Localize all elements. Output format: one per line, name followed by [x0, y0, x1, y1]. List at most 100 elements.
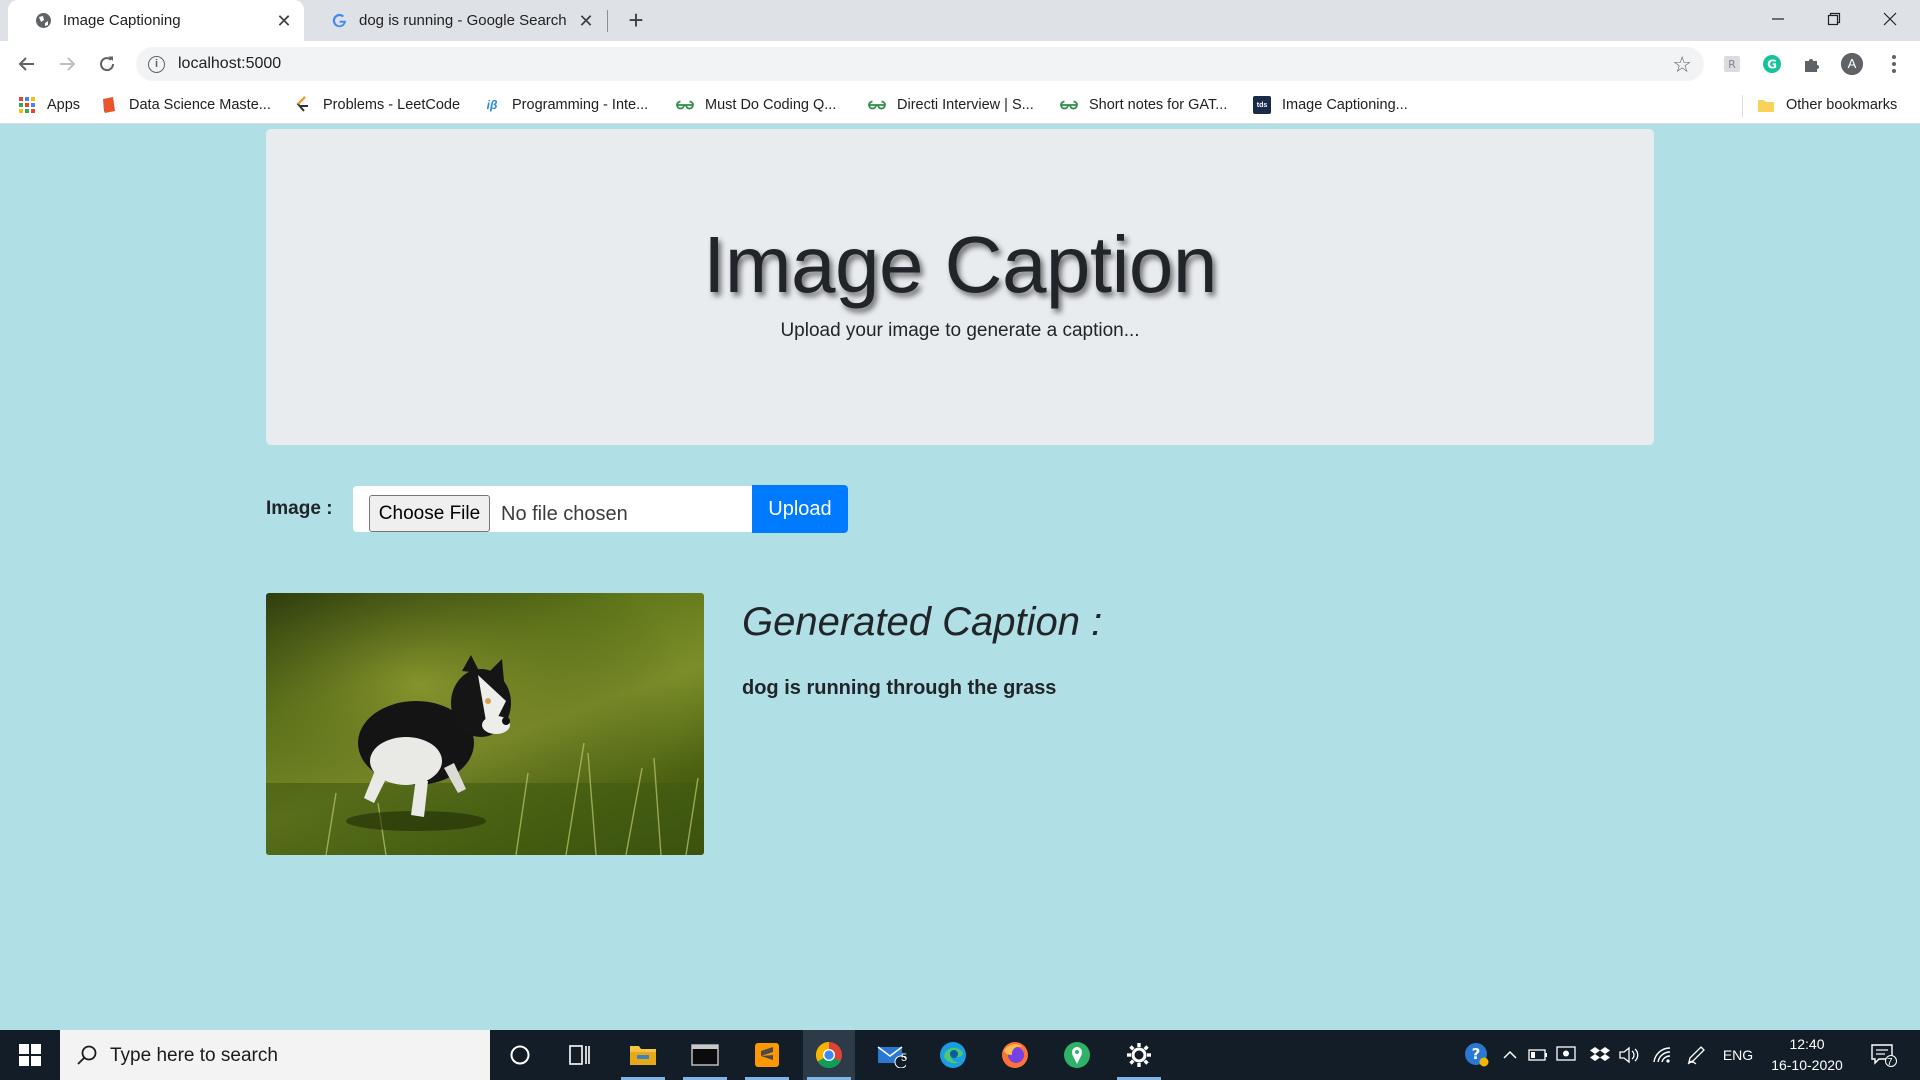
leetcode-icon: [294, 96, 312, 114]
clock-time: 12:40: [1789, 1036, 1825, 1052]
svg-text:?: ?: [1472, 1045, 1481, 1063]
bookmark-star-icon[interactable]: ☆: [1672, 52, 1692, 78]
windows-taskbar: Type here to search 5 ? ENG 12:40 16-10-…: [0, 1030, 1920, 1080]
grammarly-icon[interactable]: G: [1760, 52, 1784, 76]
bookmark-apps[interactable]: Apps: [18, 87, 80, 123]
file-status-text: No file chosen: [501, 503, 628, 525]
bookmark-gfg-directi[interactable]: Directi Interview | S...: [868, 87, 1034, 123]
forward-button[interactable]: [52, 49, 82, 79]
chrome-icon[interactable]: [803, 1030, 855, 1080]
choose-file-button[interactable]: Choose File: [369, 495, 490, 532]
book-icon: [100, 96, 118, 114]
browser-toolbar: i localhost:5000 ☆ R G A: [0, 41, 1920, 87]
interviewbit-icon: iβ: [486, 98, 498, 112]
file-input[interactable]: Choose File No file chosen: [353, 486, 753, 532]
volume-icon[interactable]: [1618, 1030, 1642, 1080]
back-button[interactable]: [12, 49, 42, 79]
bookmark-label: Programming - Inte...: [512, 97, 649, 113]
help-icon[interactable]: ?: [1460, 1030, 1494, 1080]
profile-avatar[interactable]: A: [1840, 52, 1864, 76]
bookmarks-separator: [1742, 95, 1743, 117]
bookmark-gfg-must-do[interactable]: Must Do Coding Q...: [676, 87, 836, 123]
notifications-icon[interactable]: 7: [1864, 1030, 1904, 1080]
tab-image-captioning[interactable]: Image Captioning ✕: [8, 0, 304, 41]
upload-button[interactable]: Upload: [752, 485, 848, 533]
search-icon: [77, 1045, 97, 1065]
bookmarks-bar: Apps Data Science Maste... Problems - Le…: [0, 87, 1920, 124]
taskbar-search-box[interactable]: Type here to search: [60, 1030, 490, 1080]
close-tab-icon[interactable]: ✕: [576, 11, 596, 31]
restore-button[interactable]: [1806, 0, 1862, 38]
terminal-icon[interactable]: [679, 1030, 731, 1080]
minimize-button[interactable]: [1750, 0, 1806, 38]
bookmark-leetcode[interactable]: Problems - LeetCode: [294, 87, 460, 123]
bookmark-label: Short notes for GAT...: [1089, 97, 1228, 113]
settings-gear-icon[interactable]: [1113, 1030, 1165, 1080]
new-tab-button[interactable]: +: [622, 6, 650, 34]
tab-title: dog is running - Google Search: [359, 12, 567, 29]
gfg-icon: [1060, 96, 1078, 114]
folder-icon: [1757, 96, 1775, 114]
bookmark-label: Data Science Maste...: [129, 97, 271, 113]
pen-icon[interactable]: [1684, 1030, 1708, 1080]
windows-logo-icon: [19, 1044, 41, 1066]
globe-icon: [34, 12, 52, 30]
other-bookmarks[interactable]: Other bookmarks: [1757, 87, 1897, 123]
search-placeholder: Type here to search: [110, 1045, 278, 1066]
tab-strip: Image Captioning ✕ dog is running - Goog…: [0, 0, 1920, 41]
image-field-label: Image :: [266, 498, 333, 519]
menu-kebab-icon[interactable]: [1882, 52, 1906, 76]
bookmark-data-science[interactable]: Data Science Maste...: [100, 87, 271, 123]
address-bar[interactable]: i localhost:5000 ☆: [136, 47, 1704, 81]
dropbox-icon[interactable]: [1588, 1030, 1612, 1080]
bookmark-label: Apps: [47, 97, 81, 113]
close-tab-icon[interactable]: ✕: [274, 11, 294, 31]
bookmark-gfg-gate[interactable]: Short notes for GAT...: [1060, 87, 1227, 123]
firefox-icon[interactable]: [989, 1030, 1041, 1080]
gfg-icon: [868, 96, 886, 114]
wifi-icon[interactable]: [1650, 1030, 1674, 1080]
page-title: Image Caption: [703, 220, 1217, 309]
close-window-button[interactable]: [1862, 0, 1918, 38]
other-bookmarks-label: Other bookmarks: [1786, 97, 1898, 113]
maps-app-icon[interactable]: [1051, 1030, 1103, 1080]
header-jumbotron: Image Caption Upload your image to gener…: [266, 129, 1654, 445]
bookmark-interviewbit[interactable]: iβ Programming - Inte...: [483, 87, 649, 123]
display-icon[interactable]: [1554, 1030, 1578, 1080]
mail-icon[interactable]: 5: [865, 1030, 917, 1080]
mail-badge: 5: [901, 1052, 908, 1064]
tab-separator: [607, 10, 608, 32]
gfg-icon: [676, 96, 694, 114]
reload-button[interactable]: [92, 49, 122, 79]
uploaded-image: [266, 593, 704, 855]
caption-text: dog is running through the grass: [742, 677, 1057, 699]
chevron-up-icon[interactable]: [1498, 1030, 1522, 1080]
clock-date: 16-10-2020: [1771, 1057, 1843, 1073]
battery-icon[interactable]: [1526, 1030, 1550, 1080]
notification-count: 7: [1887, 1057, 1893, 1068]
taskbar-clock[interactable]: 12:40 16-10-2020: [1763, 1034, 1851, 1076]
file-explorer-icon[interactable]: [617, 1030, 669, 1080]
sublime-text-icon[interactable]: [741, 1030, 793, 1080]
bookmark-label: Problems - LeetCode: [323, 97, 461, 113]
google-icon: [330, 12, 348, 30]
language-indicator[interactable]: ENG: [1718, 1030, 1758, 1080]
extensions-puzzle-icon[interactable]: [1800, 52, 1824, 76]
bookmark-label: Image Captioning...: [1282, 97, 1408, 113]
tab-google-search[interactable]: dog is running - Google Search ✕: [304, 0, 606, 41]
url-text: localhost:5000: [178, 55, 282, 72]
bookmark-image-captioning[interactable]: tds Image Captioning...: [1253, 87, 1408, 123]
tds-icon: tds: [1253, 96, 1271, 114]
windows-start-button[interactable]: [0, 1030, 60, 1080]
site-info-icon[interactable]: i: [148, 56, 165, 73]
svg-text:R: R: [1728, 58, 1736, 71]
tab-title: Image Captioning: [63, 12, 181, 29]
cortana-icon[interactable]: [494, 1030, 546, 1080]
task-view-icon[interactable]: [554, 1030, 606, 1080]
extension-reader-icon[interactable]: R: [1720, 52, 1744, 76]
bookmark-label: Directi Interview | S...: [897, 97, 1034, 113]
dog-running-image: [266, 593, 704, 855]
edge-icon[interactable]: [927, 1030, 979, 1080]
apps-grid-icon: [18, 96, 36, 114]
bookmark-label: Must Do Coding Q...: [705, 97, 837, 113]
